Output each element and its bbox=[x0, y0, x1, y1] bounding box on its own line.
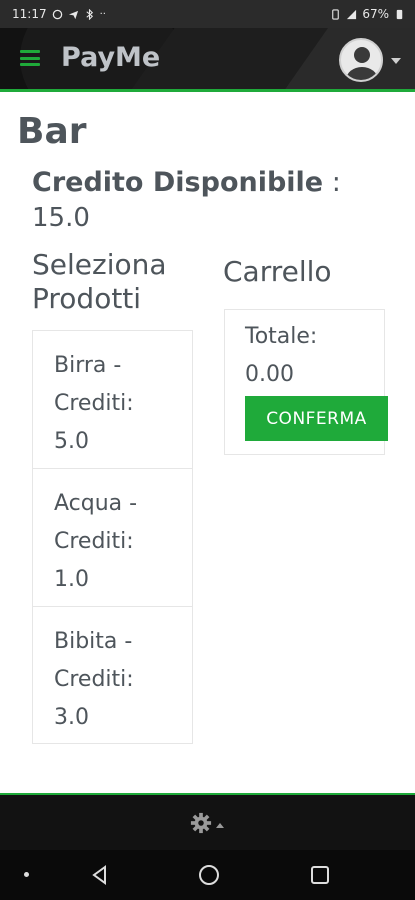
signal-icon bbox=[347, 9, 357, 19]
product-credits: 5.0 bbox=[54, 429, 89, 454]
status-right: 67% bbox=[330, 7, 405, 21]
bottom-footer bbox=[0, 793, 415, 850]
whatsapp-icon bbox=[52, 9, 62, 19]
credit-value: 15.0 bbox=[32, 203, 90, 233]
product-list: Birra - Crediti: 5.0 Acqua - Crediti: 1.… bbox=[32, 330, 193, 744]
vibrate-icon bbox=[332, 8, 340, 20]
product-name: Bibita - bbox=[54, 629, 133, 654]
product-credits-label: Crediti: bbox=[54, 391, 134, 416]
product-name: Acqua - bbox=[54, 491, 138, 516]
battery-percent: 67% bbox=[362, 7, 389, 21]
products-title: Seleziona Prodotti bbox=[32, 248, 167, 315]
product-credits: 1.0 bbox=[54, 567, 89, 592]
product-name: Birra - bbox=[54, 353, 122, 378]
hamburger-menu-icon[interactable] bbox=[20, 50, 40, 66]
confirm-button[interactable]: CONFERMA bbox=[245, 396, 388, 441]
telegram-icon bbox=[68, 10, 78, 19]
product-item-acqua[interactable]: Acqua - Crediti: 1.0 bbox=[33, 469, 192, 607]
bluetooth-icon bbox=[85, 8, 93, 20]
back-icon[interactable] bbox=[90, 865, 110, 885]
credit-label-text: Credito Disponibile bbox=[32, 167, 324, 198]
status-left: 11:17 ·· bbox=[12, 7, 106, 21]
cart-title: Carrello bbox=[223, 255, 332, 288]
product-item-birra[interactable]: Birra - Crediti: 5.0 bbox=[33, 331, 192, 469]
page-title: Bar bbox=[17, 111, 87, 152]
product-credits-label: Crediti: bbox=[54, 529, 134, 554]
home-icon[interactable] bbox=[199, 865, 219, 885]
credit-separator: : bbox=[323, 167, 341, 198]
top-navbar: PayMe bbox=[0, 28, 415, 92]
product-item-bibita[interactable]: Bibita - Crediti: 3.0 bbox=[33, 607, 192, 743]
gear-icon[interactable] bbox=[190, 812, 212, 834]
cart-panel: Totale: 0.00 CONFERMA bbox=[224, 309, 388, 455]
status-time: 11:17 bbox=[12, 7, 47, 21]
user-avatar-icon[interactable] bbox=[339, 38, 383, 82]
credit-label: Credito Disponibile : bbox=[32, 167, 341, 198]
nav-indicator-dot bbox=[24, 872, 29, 877]
status-more-dots: ·· bbox=[99, 8, 106, 20]
chevron-up-icon[interactable] bbox=[216, 823, 224, 828]
brand-title[interactable]: PayMe bbox=[61, 42, 160, 73]
product-credits-label: Crediti: bbox=[54, 667, 134, 692]
chevron-down-icon[interactable] bbox=[391, 58, 401, 64]
battery-icon bbox=[396, 9, 403, 19]
product-credits: 3.0 bbox=[54, 705, 89, 730]
recents-icon[interactable] bbox=[311, 866, 329, 884]
main-content: Bar Credito Disponibile : 15.0 Seleziona… bbox=[0, 95, 415, 795]
status-bar: 11:17 ·· 67% bbox=[0, 0, 415, 28]
system-navigation-bar bbox=[0, 850, 415, 900]
cart-total-label: Totale: bbox=[245, 324, 318, 349]
cart-total-value: 0.00 bbox=[245, 362, 294, 387]
